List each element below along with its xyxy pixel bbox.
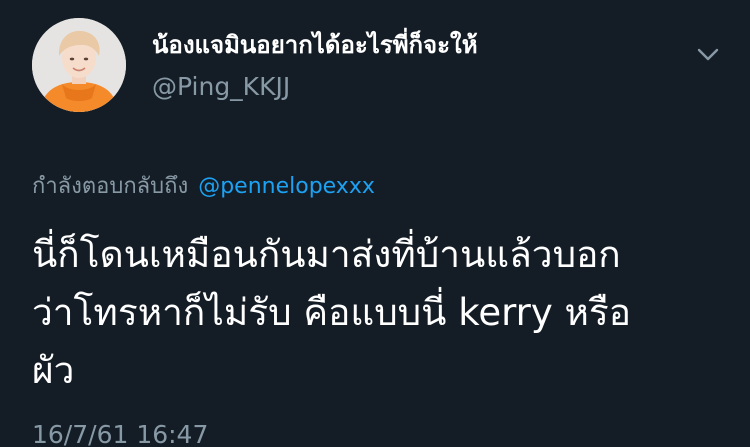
reply-mention-link[interactable]: @pennelopexxx: [198, 174, 375, 199]
tweet-card: น้องแจมินอยากได้อะไรพี่ก็จะให้ @Ping_KKJ…: [0, 0, 750, 447]
tweet-text-line: ว่าโทรหาก็ไม่รับ คือแบบนี่ kerry หรือ: [32, 291, 632, 334]
timestamp[interactable]: 16/7/61 16:47: [32, 420, 208, 447]
avatar[interactable]: [32, 18, 126, 112]
display-name[interactable]: น้องแจมินอยากได้อะไรพี่ก็จะให้: [152, 30, 478, 60]
avatar-image: [32, 18, 126, 112]
tweet-text: นี่ก็โดนเหมือนกันมาส่งที่บ้านแล้วบอก ว่า…: [32, 226, 722, 400]
chevron-down-icon[interactable]: [694, 40, 722, 68]
reply-prefix: กำลังตอบกลับถึง: [32, 174, 189, 199]
tweet-text-line: ผัว: [32, 349, 75, 392]
user-handle[interactable]: @Ping_KKJJ: [152, 72, 290, 102]
reply-context: กำลังตอบกลับถึง @pennelopexxx: [32, 172, 375, 202]
tweet-text-line: นี่ก็โดนเหมือนกันมาส่งที่บ้านแล้วบอก: [32, 233, 621, 276]
